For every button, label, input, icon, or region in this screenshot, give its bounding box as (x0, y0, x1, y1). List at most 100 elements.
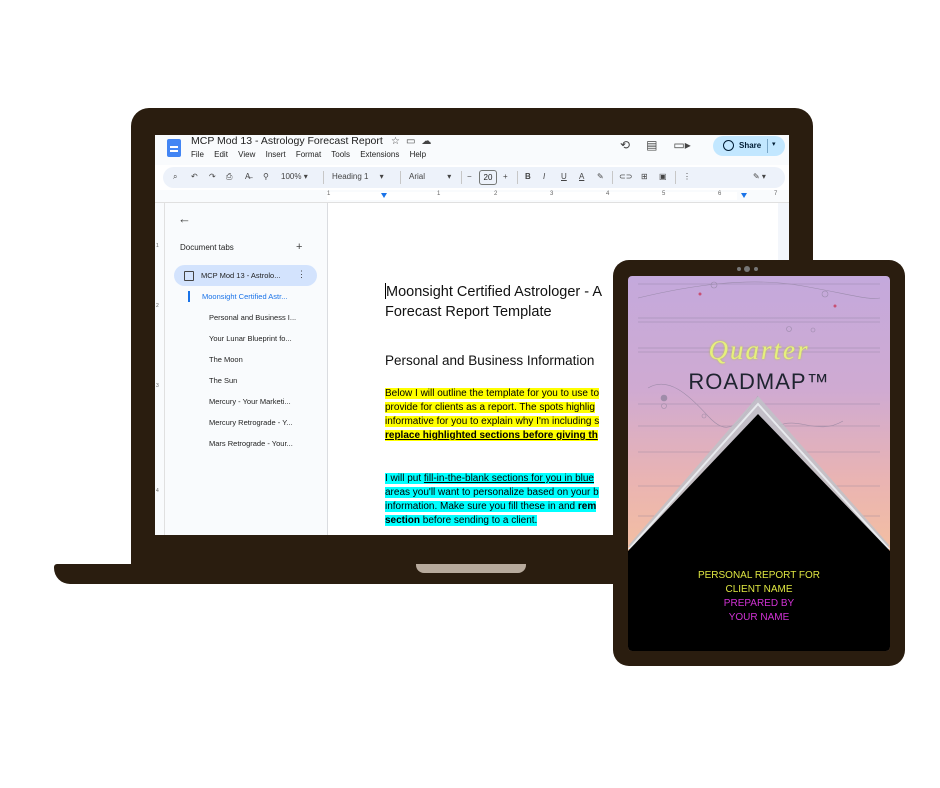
undo-icon[interactable]: ↶ (191, 172, 198, 181)
toolbar-divider (461, 171, 462, 184)
laptop-notch (416, 564, 526, 573)
current-heading-indicator (188, 291, 190, 302)
cloud-status-icon[interactable]: ☁ (421, 136, 437, 147)
bold-icon[interactable]: B (525, 172, 531, 181)
highlighted-text: information. Make sure you fill these in… (385, 501, 578, 512)
back-arrow-icon[interactable]: ← (178, 211, 191, 226)
search-menus-icon[interactable]: ⌕ (173, 172, 177, 182)
add-comment-icon[interactable]: ⊞ (641, 172, 648, 181)
add-tab-icon[interactable]: + (296, 241, 302, 253)
highlight-color-icon[interactable]: ✎ (597, 172, 604, 181)
document-heading[interactable]: Moonsight Certified Astrologer - A Forec… (385, 282, 602, 322)
paragraph-cyan-line[interactable]: areas you'll want to personalize based o… (385, 486, 599, 501)
menu-help[interactable]: Help (410, 150, 426, 159)
section-heading[interactable]: Personal and Business Information (385, 353, 594, 368)
highlighted-text: Below I will outline the template for yo… (385, 388, 600, 399)
style-value: Heading 1 (332, 172, 369, 181)
outline-item[interactable]: Personal and Business I... (209, 313, 296, 322)
header-actions: ⟲ ▤ ▭▸ (620, 138, 707, 152)
paint-format-icon[interactable]: ⚲ (263, 172, 269, 181)
decrease-font-size-icon[interactable]: − (467, 172, 472, 181)
share-divider (767, 139, 768, 153)
underline-icon[interactable]: U (561, 172, 567, 181)
zoom-value: 100% (281, 172, 302, 181)
outline-item[interactable]: Moonsight Certified Astr... (202, 292, 287, 301)
outline-item[interactable]: The Moon (209, 355, 243, 364)
highlighted-bold-text: section (385, 515, 421, 526)
toolbar-divider (612, 171, 613, 184)
paragraph-cyan-line[interactable]: information. Make sure you fill these in… (385, 500, 597, 515)
text-color-icon[interactable]: A (579, 172, 584, 181)
cover-author-name: YOUR NAME (728, 612, 790, 623)
paragraph-yellow-line[interactable]: informative for you to explain why I'm i… (385, 415, 600, 430)
ruler-number: 4 (606, 191, 610, 197)
menu-extensions[interactable]: Extensions (360, 150, 399, 159)
document-outline-sidebar: ← Document tabs + MCP Mod 13 - Astrolo..… (165, 203, 327, 535)
paragraph-cyan-line[interactable]: I will put fill-in-the-blank sections fo… (385, 472, 594, 487)
document-title[interactable]: MCP Mod 13 - Astrology Forecast Report (191, 135, 383, 147)
ruler-page-area (327, 192, 737, 200)
move-folder-icon[interactable]: ▭ (406, 136, 421, 147)
highlighted-link-text[interactable]: fill-in-the-blank sections for you in bl… (423, 473, 594, 484)
insert-link-icon[interactable]: ⊂⊃ (619, 172, 632, 181)
menu-edit[interactable]: Edit (214, 150, 228, 159)
tab-options-icon[interactable]: ⋮ (297, 269, 306, 280)
paragraph-yellow-line[interactable]: replace highlighted sections before givi… (385, 429, 598, 444)
docs-logo-icon[interactable] (167, 139, 181, 157)
more-options-icon[interactable]: ⋮ (683, 172, 691, 181)
font-size-input[interactable]: 20 (479, 170, 497, 185)
zoom-select[interactable]: 100% ▾ (281, 172, 308, 181)
highlighted-bold-text: replace highlighted sections before givi… (385, 430, 598, 441)
share-dropdown-icon[interactable]: ▾ (772, 140, 776, 148)
outline-item[interactable]: Mars Retrograde - Your... (209, 439, 293, 448)
menu-insert[interactable]: Insert (266, 150, 286, 159)
redo-icon[interactable]: ↷ (209, 172, 216, 181)
version-history-icon[interactable]: ⟲ (620, 138, 630, 152)
increase-font-size-icon[interactable]: + (503, 172, 508, 181)
spellcheck-icon[interactable]: A̶ (245, 172, 250, 181)
outline-item[interactable]: Your Lunar Blueprint fo... (209, 334, 292, 343)
ruler-number: 6 (718, 191, 722, 197)
ruler-number: 5 (662, 191, 666, 197)
tab-active-document[interactable]: MCP Mod 13 - Astrolo... ⋮ (174, 265, 317, 286)
document-tab-icon (184, 271, 194, 281)
italic-icon[interactable]: I (543, 172, 545, 181)
cover-text-line: PERSONAL REPORT FOR (697, 570, 821, 581)
editing-mode-icon[interactable]: ✎ ▾ (753, 172, 766, 181)
right-indent-marker[interactable] (741, 193, 747, 198)
title-line-1: Moonsight Certified Astrologer - A (386, 284, 602, 300)
left-indent-marker[interactable] (381, 193, 387, 198)
docs-title-bar: MCP Mod 13 - Astrology Forecast Report ☆… (155, 135, 789, 165)
print-icon[interactable]: ⎙ (226, 172, 232, 182)
paragraph-yellow-line[interactable]: Below I will outline the template for yo… (385, 387, 600, 402)
ruler-number: 2 (494, 191, 498, 197)
highlighted-text: I will put (385, 473, 424, 484)
ruler-number: 1 (437, 191, 441, 197)
style-select[interactable]: Heading 1 ▾ (332, 172, 384, 181)
menu-view[interactable]: View (238, 150, 255, 159)
outline-item[interactable]: Mercury - Your Marketi... (209, 397, 291, 406)
document-tabs-heading: Document tabs (180, 243, 234, 252)
globe-icon (723, 140, 734, 151)
menu-tools[interactable]: Tools (331, 150, 350, 159)
star-icon[interactable]: ☆ (391, 136, 406, 147)
toolbar-divider (675, 171, 676, 184)
outline-item[interactable]: Mercury Retrograde - Y... (209, 418, 293, 427)
cover-client-name: CLIENT NAME (725, 584, 793, 595)
share-button[interactable]: Share ▾ (713, 136, 785, 156)
ruler-number: 4 (156, 488, 159, 494)
menu-file[interactable]: File (191, 150, 204, 159)
vertical-ruler: 1 2 3 4 (155, 203, 165, 535)
paragraph-cyan-line[interactable]: section before sending to a client. (385, 514, 538, 529)
paragraph-yellow-line[interactable]: provide for clients as a report. The spo… (385, 401, 595, 416)
meet-video-icon[interactable]: ▭▸ (673, 138, 690, 152)
comments-icon[interactable]: ▤ (646, 138, 657, 152)
outline-item[interactable]: The Sun (209, 376, 237, 385)
menu-format[interactable]: Format (296, 150, 321, 159)
report-cover: Quarter ROADMAP™ PERSONAL REPORT FOR CLI… (628, 276, 890, 651)
formatting-toolbar: ⌕ ↶ ↷ ⎙ A̶ ⚲ 100% ▾ Heading 1 ▾ Arial ▾ … (163, 167, 785, 188)
ruler-number: 1 (327, 191, 331, 197)
tablet-sensor (737, 267, 741, 271)
insert-image-icon[interactable]: ▣ (659, 172, 667, 181)
font-select[interactable]: Arial ▾ (409, 172, 451, 181)
